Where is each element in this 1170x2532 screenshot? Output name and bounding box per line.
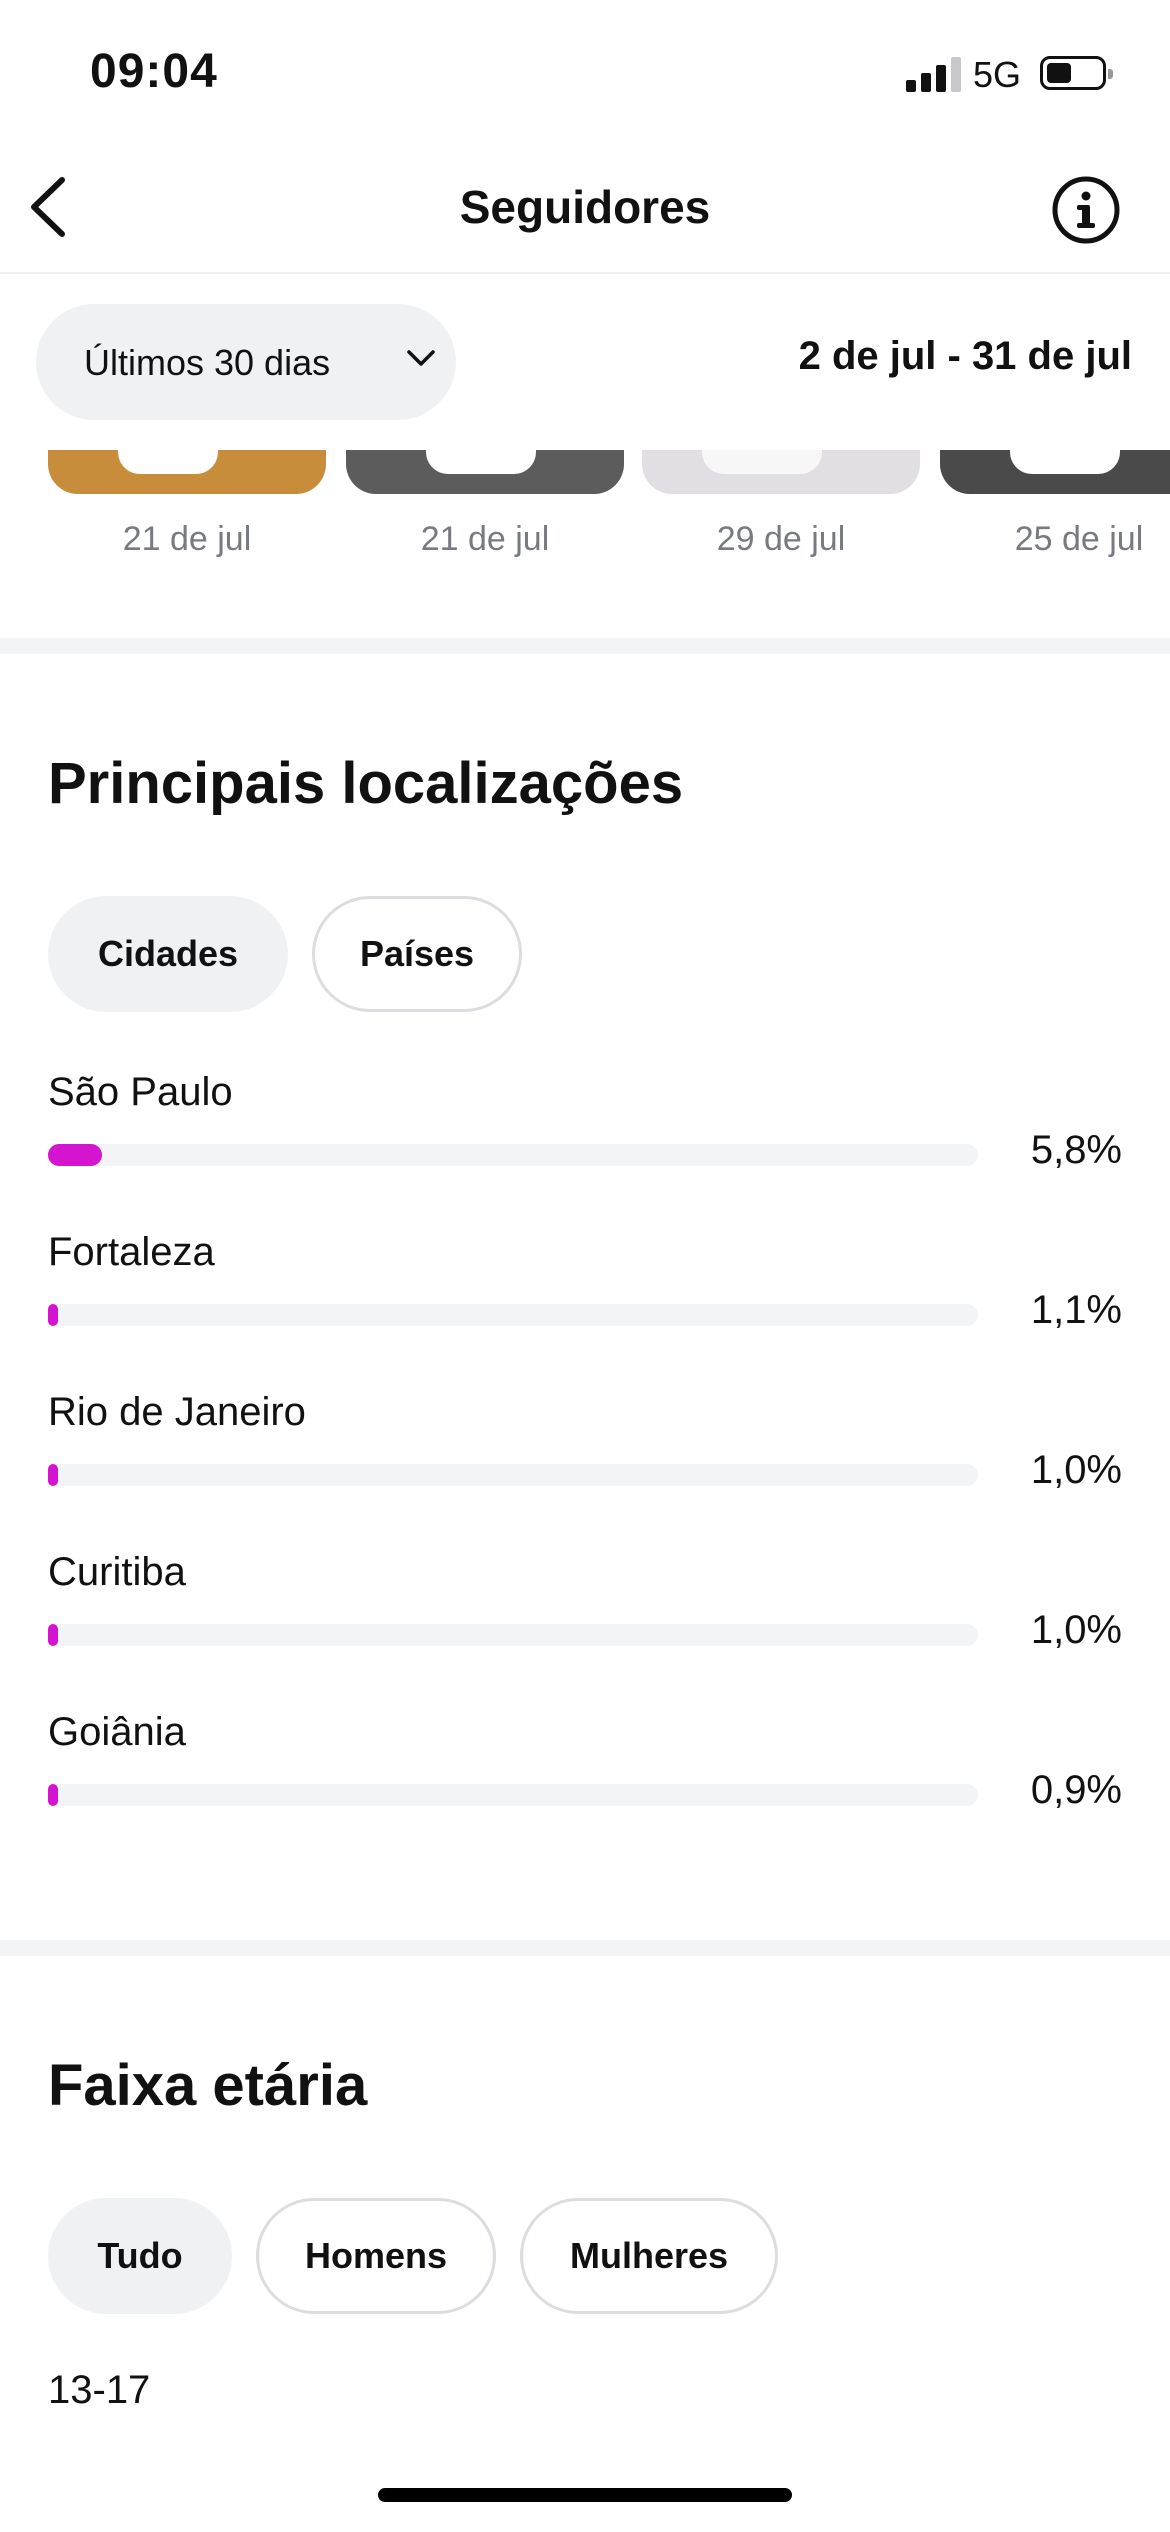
location-bar-track (48, 1464, 978, 1486)
age-title: Faixa etária (48, 2053, 368, 2118)
network-type: 5G (973, 54, 1022, 95)
tab-cities[interactable]: Cidades (48, 896, 288, 1012)
date-range-label: Últimos 30 dias (84, 342, 331, 383)
thumbnail-date: 21 de jul (420, 520, 550, 558)
location-percent: 1,0% (1030, 1608, 1122, 1652)
thumbnail-date: 25 de jul (1014, 520, 1144, 558)
location-bar-track (48, 1304, 978, 1326)
location-bar-track (48, 1624, 978, 1646)
location-percent: 1,1% (1030, 1288, 1122, 1332)
tab-men[interactable]: Homens (256, 2198, 496, 2314)
location-percent: 1,0% (1030, 1448, 1122, 1492)
location-bar-track (48, 1144, 978, 1166)
info-icon (1052, 176, 1120, 244)
location-row: Curitiba 1,0% (48, 1550, 1122, 1710)
tab-all[interactable]: Tudo (48, 2198, 232, 2314)
location-bar (48, 1144, 102, 1166)
location-name: São Paulo (48, 1070, 233, 1114)
post-thumbnail[interactable] (642, 450, 920, 494)
section-divider (0, 1940, 1170, 1956)
location-bar (48, 1464, 58, 1486)
post-thumbnail[interactable] (48, 450, 326, 494)
location-bar (48, 1624, 58, 1646)
age-bucket-label: 13-17 (48, 2368, 151, 2412)
location-percent: 0,9% (1030, 1768, 1122, 1812)
tab-women[interactable]: Mulheres (520, 2198, 778, 2314)
location-row: São Paulo 5,8% (48, 1070, 1122, 1230)
nav-bar: Seguidores (0, 150, 1170, 274)
date-range-dropdown[interactable]: Últimos 30 dias (36, 304, 456, 420)
location-name: Fortaleza (48, 1230, 215, 1274)
location-percent: 5,8% (1030, 1128, 1122, 1172)
post-thumbnail[interactable] (346, 450, 624, 494)
battery-icon (1040, 56, 1113, 90)
chevron-down-icon (407, 350, 435, 366)
status-bar: 09:04 5G (0, 0, 1170, 150)
location-name: Goiânia (48, 1710, 186, 1754)
page-title: Seguidores (459, 181, 711, 233)
location-bar-track (48, 1784, 978, 1806)
post-thumbnail[interactable] (940, 450, 1170, 494)
date-range-text: 2 de jul - 31 de jul (798, 334, 1132, 378)
thumbnail-date: 29 de jul (716, 520, 846, 558)
post-thumbnails: 21 de jul 21 de jul 29 de jul 25 de jul (0, 450, 1170, 590)
home-indicator[interactable] (378, 2488, 792, 2502)
location-row: Rio de Janeiro 1,0% (48, 1390, 1122, 1550)
status-time: 09:04 (90, 45, 218, 98)
thumbnail-date: 21 de jul (122, 520, 252, 558)
location-name: Rio de Janeiro (48, 1390, 306, 1434)
filter-row: Últimos 30 dias 2 de jul - 31 de jul (0, 274, 1170, 446)
tab-countries[interactable]: Países (312, 896, 522, 1012)
location-bar (48, 1304, 59, 1326)
section-divider (0, 638, 1170, 654)
location-row: Fortaleza 1,1% (48, 1230, 1122, 1390)
signal-icon (906, 56, 962, 92)
locations-title: Principais localizações (48, 751, 684, 816)
info-button[interactable] (1050, 174, 1122, 246)
location-name: Curitiba (48, 1550, 186, 1594)
location-row: Goiânia 0,9% (48, 1710, 1122, 1870)
location-bar (48, 1784, 58, 1806)
